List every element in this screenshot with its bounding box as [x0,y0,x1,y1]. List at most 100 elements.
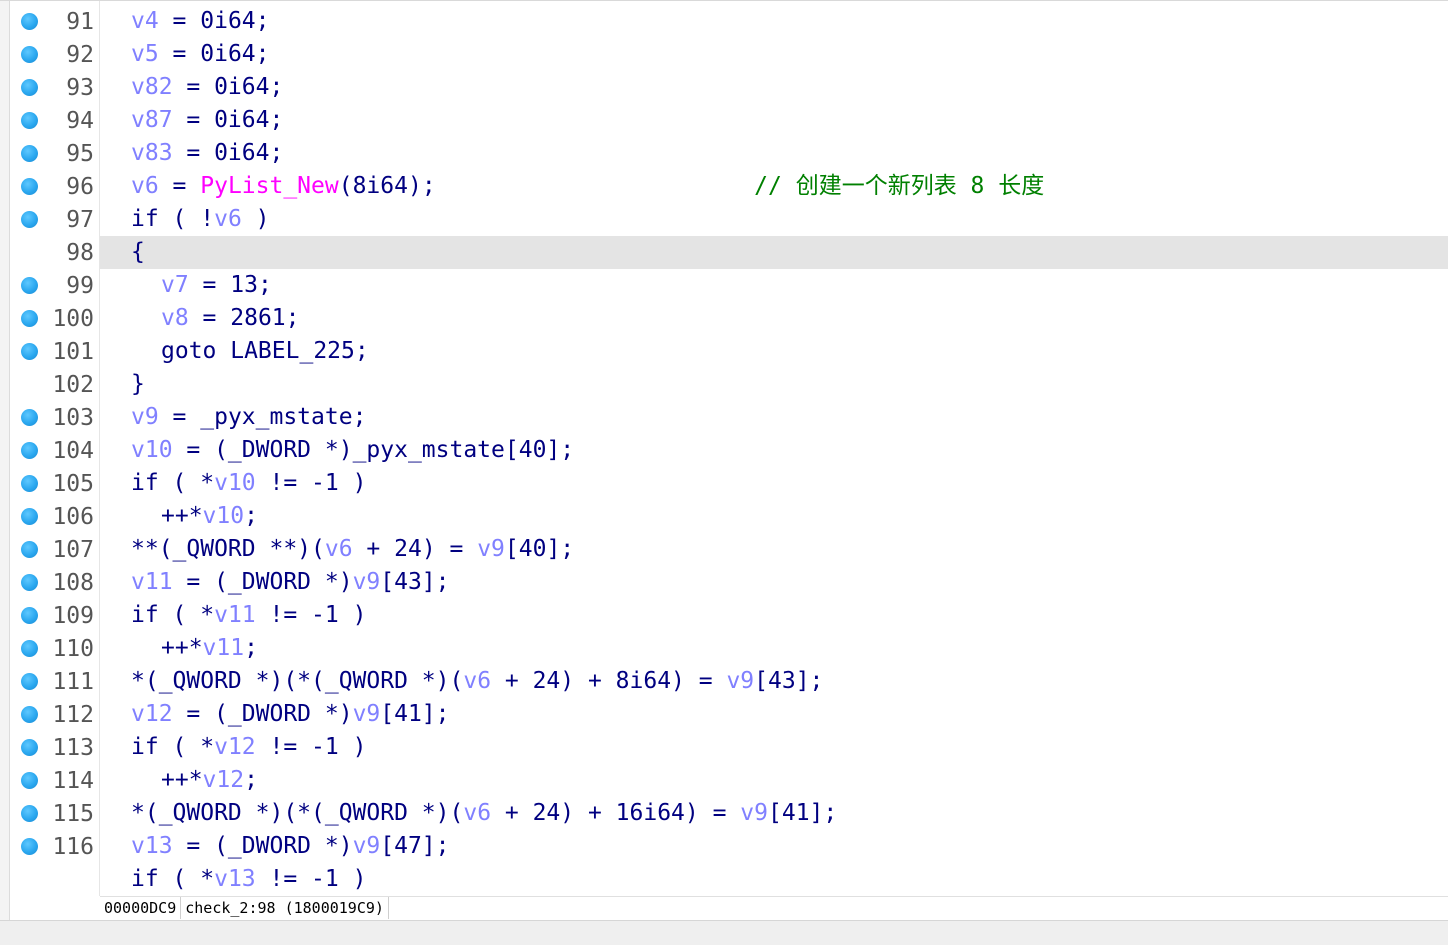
variable[interactable]: v12 [214,734,256,760]
breakpoint-dot-icon[interactable] [21,607,38,624]
code-line-96[interactable]: v6 = PyList_New(8i64); // 创建一个新列表 8 长度 [100,170,1448,203]
code-line-99[interactable]: v7 = 13; [100,269,1448,302]
breakpoint-dot-icon[interactable] [21,640,38,657]
variable[interactable]: v87 [131,107,173,133]
variable[interactable]: v9 [353,701,381,727]
breakpoint-dot-icon[interactable] [21,409,38,426]
variable[interactable]: v9 [726,668,754,694]
variable[interactable]: v11 [203,635,245,661]
gutter-line-95[interactable]: 95 [10,137,99,170]
gutter-line-111[interactable]: 111 [10,665,99,698]
code-line-102[interactable]: } [100,368,1448,401]
variable[interactable]: v4 [131,8,159,34]
variable[interactable]: v11 [131,569,173,595]
code-editor[interactable]: v4 = 0i64; v5 = 0i64; v82 = 0i64; v87 = … [100,1,1448,896]
gutter-line-98[interactable]: 98 [10,236,99,269]
code-line-103[interactable]: v9 = _pyx_mstate; [100,401,1448,434]
code-line-97[interactable]: if ( !v6 ) [100,203,1448,236]
code-line-108[interactable]: v11 = (_DWORD *)v9[43]; [100,566,1448,599]
variable[interactable]: v8 [161,305,189,331]
code-line-107[interactable]: **(_QWORD **)(v6 + 24) = v9[40]; [100,533,1448,566]
gutter-line-105[interactable]: 105 [10,467,99,500]
gutter-line-109[interactable]: 109 [10,599,99,632]
gutter-line-103[interactable]: 103 [10,401,99,434]
gutter-line-94[interactable]: 94 [10,104,99,137]
variable[interactable]: v82 [131,74,173,100]
breakpoint-dot-icon[interactable] [21,211,38,228]
variable[interactable]: v10 [131,437,173,463]
gutter-line-116[interactable]: 116 [10,830,99,863]
variable[interactable]: v6 [214,206,242,232]
gutter-line-93[interactable]: 93 [10,71,99,104]
gutter-line-101[interactable]: 101 [10,335,99,368]
gutter-line-97[interactable]: 97 [10,203,99,236]
variable[interactable]: v9 [740,800,768,826]
gutter-line-115[interactable]: 115 [10,797,99,830]
variable[interactable]: v9 [353,833,381,859]
breakpoint-dot-icon[interactable] [21,145,38,162]
code-line-105[interactable]: if ( *v10 != -1 ) [100,467,1448,500]
gutter-line-102[interactable]: 102 [10,368,99,401]
breakpoint-dot-icon[interactable] [21,838,38,855]
variable[interactable]: v11 [214,602,256,628]
code-line-106[interactable]: ++*v10; [100,500,1448,533]
code-line-93[interactable]: v82 = 0i64; [100,71,1448,104]
breakpoint-dot-icon[interactable] [21,343,38,360]
variable[interactable]: v6 [463,668,491,694]
gutter-line-114[interactable]: 114 [10,764,99,797]
breakpoint-dot-icon[interactable] [21,79,38,96]
code-line-110[interactable]: ++*v11; [100,632,1448,665]
gutter-line-107[interactable]: 107 [10,533,99,566]
code-line-117[interactable]: if ( *v13 != -1 ) [100,863,1448,896]
breakpoint-dot-icon[interactable] [21,310,38,327]
breakpoint-dot-icon[interactable] [21,277,38,294]
code-line-114[interactable]: ++*v12; [100,764,1448,797]
breakpoint-dot-icon[interactable] [21,475,38,492]
breakpoint-dot-icon[interactable] [21,112,38,129]
code-line-109[interactable]: if ( *v11 != -1 ) [100,599,1448,632]
breakpoint-dot-icon[interactable] [21,508,38,525]
code-line-95[interactable]: v83 = 0i64; [100,137,1448,170]
variable[interactable]: v9 [477,536,505,562]
breakpoint-dot-icon[interactable] [21,706,38,723]
breakpoint-dot-icon[interactable] [21,574,38,591]
variable[interactable]: v83 [131,140,173,166]
variable[interactable]: v10 [214,470,256,496]
variable[interactable]: v5 [131,41,159,67]
code-line-94[interactable]: v87 = 0i64; [100,104,1448,137]
gutter-line-112[interactable]: 112 [10,698,99,731]
variable[interactable]: v9 [131,404,159,430]
gutter-line-100[interactable]: 100 [10,302,99,335]
variable[interactable]: v6 [325,536,353,562]
code-line-112[interactable]: v12 = (_DWORD *)v9[41]; [100,698,1448,731]
code-line-91[interactable]: v4 = 0i64; [100,5,1448,38]
breakpoint-dot-icon[interactable] [21,46,38,63]
breakpoint-dot-icon[interactable] [21,13,38,30]
code-line-111[interactable]: *(_QWORD *)(*(_QWORD *)(v6 + 24) + 8i64)… [100,665,1448,698]
variable[interactable]: v13 [214,866,256,892]
code-line-116[interactable]: v13 = (_DWORD *)v9[47]; [100,830,1448,863]
code-line-115[interactable]: *(_QWORD *)(*(_QWORD *)(v6 + 24) + 16i64… [100,797,1448,830]
variable[interactable]: v13 [131,833,173,859]
variable[interactable]: v9 [353,569,381,595]
variable[interactable]: v6 [131,173,159,199]
gutter-line-106[interactable]: 106 [10,500,99,533]
code-line-100[interactable]: v8 = 2861; [100,302,1448,335]
breakpoint-dot-icon[interactable] [21,673,38,690]
variable[interactable]: v10 [203,503,245,529]
code-line-98-current[interactable]: { [100,236,1448,269]
pseudocode-view[interactable]: 91 92 93 94 95 96 97 98 99 100 101 102 103 104 105 106 1… [0,0,1448,921]
code-line-92[interactable]: v5 = 0i64; [100,38,1448,71]
gutter-line-113[interactable]: 113 [10,731,99,764]
gutter-line-96[interactable]: 96 [10,170,99,203]
breakpoint-dot-icon[interactable] [21,772,38,789]
breakpoint-dot-icon[interactable] [21,739,38,756]
gutter-line-91[interactable]: 91 [10,5,99,38]
gutter-line-110[interactable]: 110 [10,632,99,665]
variable[interactable]: v6 [463,800,491,826]
breakpoint-dot-icon[interactable] [21,178,38,195]
breakpoint-dot-icon[interactable] [21,541,38,558]
gutter-line-104[interactable]: 104 [10,434,99,467]
code-line-113[interactable]: if ( *v12 != -1 ) [100,731,1448,764]
code-line-101[interactable]: goto LABEL_225; [100,335,1448,368]
